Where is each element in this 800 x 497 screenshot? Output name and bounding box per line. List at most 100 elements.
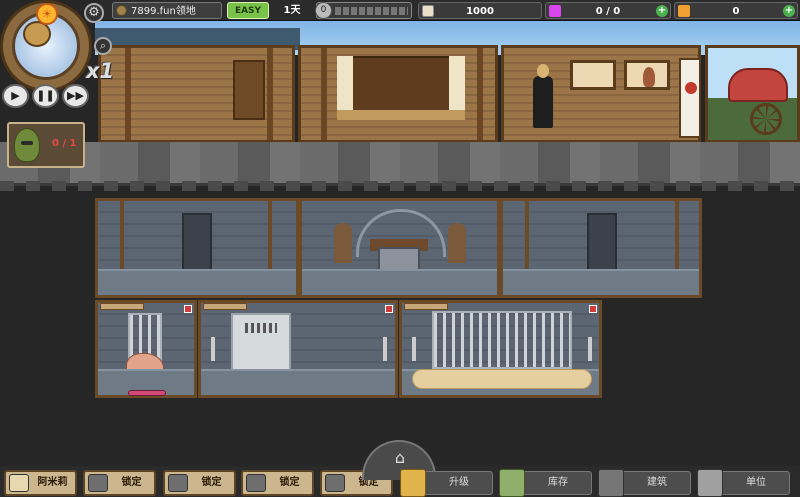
wood-post bbox=[675, 201, 679, 269]
storage-label: 库存 bbox=[548, 477, 568, 488]
locked-slot-1[interactable]: 锁定 bbox=[83, 470, 156, 496]
rock-layer bbox=[0, 142, 800, 191]
dungeon-room-altar[interactable] bbox=[299, 198, 500, 298]
locked-slot-2[interactable]: 锁定 bbox=[163, 470, 236, 496]
dungeon-room-3[interactable] bbox=[500, 198, 702, 298]
cell-tag bbox=[100, 303, 144, 310]
stone-floor bbox=[98, 269, 296, 295]
storage-icon bbox=[499, 469, 525, 497]
surface-room-bedroom[interactable] bbox=[98, 45, 295, 143]
altar bbox=[378, 247, 420, 271]
coin-icon bbox=[116, 5, 127, 16]
upgrade-icon bbox=[400, 469, 426, 497]
metal-cell-door bbox=[231, 313, 291, 371]
wood-post bbox=[525, 201, 529, 269]
territory-name[interactable]: 7899.fun领地 bbox=[112, 2, 222, 19]
curtain-right bbox=[449, 56, 465, 116]
home-icon: ⌂ bbox=[394, 448, 406, 467]
stage-floor bbox=[337, 110, 465, 120]
cell-tag bbox=[404, 303, 448, 310]
cell-metal-door[interactable] bbox=[198, 300, 398, 398]
npc-doorway[interactable] bbox=[679, 58, 701, 138]
locked-label: 锁定 bbox=[279, 477, 300, 488]
pause-icon: ❚❚ bbox=[36, 89, 55, 102]
gear-icon[interactable]: ⚙ bbox=[84, 3, 104, 23]
storage-button[interactable]: 库存 bbox=[499, 469, 592, 497]
day-counter: 1天 bbox=[283, 5, 301, 16]
goblin-portrait bbox=[14, 128, 40, 162]
wood-beam bbox=[125, 48, 131, 140]
unit-icon bbox=[697, 469, 723, 497]
wood-window bbox=[233, 60, 265, 120]
fast-forward-icon: ▶▶ bbox=[67, 89, 84, 102]
surface-room-hall[interactable] bbox=[298, 45, 498, 143]
lock-icon bbox=[246, 474, 266, 492]
nun-character[interactable] bbox=[532, 64, 554, 136]
build-icon bbox=[598, 469, 624, 497]
wagon-bay[interactable] bbox=[705, 45, 800, 143]
nun-robe bbox=[533, 76, 553, 128]
territory-label: 7899.fun领地 bbox=[131, 6, 196, 17]
lock-icon bbox=[168, 474, 188, 492]
cell-tag bbox=[203, 303, 247, 310]
top-bar: 7899.fun领地 EASY 1天 0 1000 0 / 0 + 0 + bbox=[100, 0, 800, 21]
add-captive-button[interactable]: + bbox=[783, 5, 795, 17]
play-button[interactable]: ▶ bbox=[2, 84, 29, 108]
captive-value: 0 bbox=[732, 6, 740, 17]
wood-door-right bbox=[448, 223, 466, 263]
lock-icon bbox=[88, 474, 108, 492]
gem-icon bbox=[549, 5, 561, 17]
captive-resource: 0 + bbox=[674, 2, 798, 19]
dungeon-door bbox=[182, 213, 212, 273]
add-gem-button[interactable]: + bbox=[656, 5, 668, 17]
wall-chain bbox=[412, 337, 416, 361]
wood-beam bbox=[267, 48, 273, 140]
hero-portrait bbox=[9, 474, 29, 492]
wall-chain bbox=[383, 337, 387, 361]
locked-label: 锁定 bbox=[121, 477, 142, 488]
magnifier-icon[interactable]: ⌕ bbox=[94, 37, 112, 55]
wall-chain bbox=[211, 337, 215, 361]
wagon-wheel bbox=[750, 103, 782, 135]
surface-room-office[interactable] bbox=[501, 45, 701, 143]
wagon-cover bbox=[728, 68, 788, 102]
difficulty-badge: EASY bbox=[227, 2, 269, 19]
play-icon: ▶ bbox=[11, 89, 20, 102]
wall-frame bbox=[570, 60, 616, 90]
lock-icon[interactable] bbox=[589, 305, 597, 313]
progress-knob: 0 bbox=[315, 2, 332, 19]
portrait-figure bbox=[643, 67, 655, 87]
unit-button[interactable]: 单位 bbox=[697, 469, 790, 497]
unit-card[interactable]: 0 / 1 bbox=[7, 122, 85, 168]
hero-name: 阿米莉娅 bbox=[37, 477, 68, 488]
wood-post bbox=[268, 201, 272, 269]
wall-chain bbox=[588, 337, 592, 361]
fast-forward-button[interactable]: ▶▶ bbox=[62, 84, 89, 108]
npc-head bbox=[685, 82, 697, 94]
sun-icon: ☀ bbox=[36, 3, 58, 25]
dungeon-room-1[interactable] bbox=[95, 198, 299, 298]
game-speed: x1 bbox=[86, 59, 115, 83]
gold-icon bbox=[422, 5, 434, 17]
build-button[interactable]: 建筑 bbox=[598, 469, 691, 497]
cell-bars bbox=[432, 311, 572, 369]
cell-small[interactable] bbox=[95, 300, 197, 398]
lock-icon[interactable] bbox=[385, 305, 393, 313]
lock-icon[interactable] bbox=[184, 305, 192, 313]
gold-resource: 1000 bbox=[418, 2, 542, 19]
hero-slot[interactable]: 阿米莉娅 bbox=[4, 470, 77, 496]
pause-button[interactable]: ❚❚ bbox=[32, 84, 59, 108]
stone-floor bbox=[201, 369, 395, 395]
hay-bed bbox=[412, 369, 592, 389]
locked-slot-3[interactable]: 锁定 bbox=[241, 470, 314, 496]
progress-ticks bbox=[335, 7, 408, 15]
gem-resource: 0 / 0 + bbox=[545, 2, 671, 19]
cell-large[interactable] bbox=[399, 300, 602, 398]
upgrade-label: 升级 bbox=[449, 477, 469, 488]
day-progress: 0 bbox=[315, 2, 412, 19]
wood-beam bbox=[477, 48, 483, 140]
curtain-left bbox=[337, 56, 353, 116]
wall-portrait bbox=[624, 60, 670, 90]
dungeon-door bbox=[587, 213, 617, 273]
upgrade-button[interactable]: 升级 bbox=[400, 469, 493, 497]
